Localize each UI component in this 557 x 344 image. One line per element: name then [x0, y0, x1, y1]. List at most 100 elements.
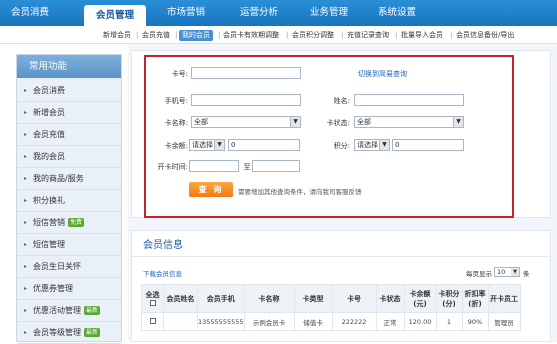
free-badge: 免费 — [68, 218, 85, 227]
top-navigation: 会员消费 会员管理 市场营销 运营分析 业务管理 系统设置 — [0, 0, 557, 26]
sidebar-item-sms-marketing[interactable]: ▸ 短信营销 免费 — [17, 212, 121, 234]
points-label: 积分: — [333, 142, 350, 150]
download-member-info-link[interactable]: 下载会员信息 — [143, 268, 182, 278]
card-number-cell: 222222 — [331, 312, 377, 331]
sidebar-item-label: 新增会员 — [33, 108, 65, 117]
sub-navigation: 新增会员 | 会员充值 | 我的会员 | 会员卡有效期调整 | 会员积分调整 |… — [0, 26, 557, 44]
column-header: 卡积分(分) — [435, 284, 463, 313]
row-select-cell[interactable] — [141, 312, 164, 331]
divider — [131, 256, 551, 257]
points-input[interactable]: 0 — [392, 139, 464, 151]
column-header: 卡余额(元) — [403, 284, 437, 313]
subnav-separator: | — [218, 31, 221, 39]
sidebar-item-label: 会员生日关怀 — [33, 262, 81, 271]
sidebar-item-label: 会员消费 — [33, 86, 65, 95]
arrow-right-icon: ▸ — [24, 285, 28, 292]
sidebar-item-label: 优惠活动管理 — [33, 306, 81, 315]
select-all-header[interactable]: 全选 — [141, 284, 164, 313]
sidebar-item-label: 会员等级管理 — [33, 328, 81, 337]
column-header: 卡名称 — [243, 284, 295, 313]
tab-marketing[interactable]: 市场营销 — [152, 0, 220, 26]
sidebar-item-sms-management[interactable]: ▸ 短信管理 — [17, 234, 121, 256]
sidebar: 常用功能 ▸ 会员消费 ▸ 新增会员 ▸ 会员充值 ▸ 我的会员 ▸ 我的商品/服务 ▸ 积… — [16, 54, 122, 344]
open-time-start-input[interactable] — [189, 160, 239, 172]
column-header: 开卡员工 — [487, 284, 521, 313]
subnav-backup-export[interactable]: 会员信息备份/导出 — [456, 30, 514, 41]
name-input[interactable] — [354, 94, 464, 106]
subnav-separator: | — [136, 31, 139, 39]
subnav-member-recharge[interactable]: 会员充值 — [142, 30, 170, 41]
table-row[interactable]: 13555555555 示例会员卡 储值卡 222222 正常 120.00 1… — [141, 312, 521, 331]
arrow-right-icon: ▸ — [24, 307, 28, 314]
subnav-add-member[interactable]: 新增会员 — [103, 30, 131, 41]
sidebar-item-promotion-management[interactable]: ▸ 优惠活动管理 最新 — [17, 300, 121, 322]
subnav-my-members[interactable]: 我的会员 — [179, 30, 213, 41]
arrow-right-icon: ▸ — [24, 131, 28, 138]
sidebar-item-label: 短信管理 — [33, 240, 65, 249]
card-status-cell: 正常 — [375, 312, 405, 331]
per-page-select[interactable]: 10 ▼ — [494, 267, 520, 277]
sidebar-item-label: 我的会员 — [33, 152, 65, 161]
name-label: 姓名: — [333, 97, 350, 105]
chevron-down-icon: ▼ — [379, 140, 389, 150]
switch-simple-query-link[interactable]: 切换到简易查询 — [358, 69, 407, 79]
subnav-batch-import[interactable]: 批量导入会员 — [401, 30, 443, 41]
new-badge: 最新 — [84, 306, 101, 315]
sidebar-item-recharge[interactable]: ▸ 会员充值 — [17, 124, 121, 146]
points-operator-select[interactable]: 请选择 ▼ — [354, 139, 390, 151]
column-header: 卡状态 — [375, 284, 405, 313]
card-status-value: 全部 — [357, 118, 371, 126]
column-header: 卡号 — [331, 284, 377, 313]
tab-member-consume[interactable]: 会员消费 — [0, 0, 60, 26]
subnav-points-adjust[interactable]: 会员积分调整 — [292, 30, 334, 41]
chevron-down-icon: ▼ — [214, 140, 224, 150]
arrow-right-icon: ▸ — [24, 329, 28, 336]
tab-business-management[interactable]: 业务管理 — [296, 0, 362, 26]
tab-system-settings[interactable]: 系统设置 — [364, 0, 430, 26]
sidebar-item-points-gift[interactable]: ▸ 积分换礼 — [17, 190, 121, 212]
chevron-down-icon: ▼ — [453, 117, 463, 127]
card-number-input[interactable] — [191, 67, 301, 79]
chevron-down-icon: ▼ — [290, 117, 300, 127]
arrow-right-icon: ▸ — [24, 263, 28, 270]
arrow-right-icon: ▸ — [24, 109, 28, 116]
balance-operator-select[interactable]: 请选择 ▼ — [189, 139, 225, 151]
card-status-select[interactable]: 全部 ▼ — [354, 116, 464, 128]
member-info-title: 会员信息 — [143, 240, 183, 251]
card-name-select[interactable]: 全部 ▼ — [191, 116, 301, 128]
row-checkbox[interactable] — [149, 317, 156, 324]
subnav-card-validity[interactable]: 会员卡有效期调整 — [223, 30, 279, 41]
sidebar-item-birthday-care[interactable]: ▸ 会员生日关怀 — [17, 256, 121, 278]
sidebar-item-coupon-management[interactable]: ▸ 优惠券管理 — [17, 278, 121, 300]
select-all-label: 全选 — [145, 290, 160, 299]
tab-operation-analysis[interactable]: 运营分析 — [226, 0, 292, 26]
open-time-end-input[interactable] — [252, 160, 300, 172]
column-header: 卡类型 — [293, 284, 333, 313]
balance-input[interactable]: 0 — [228, 139, 300, 151]
select-all-checkbox[interactable] — [149, 299, 156, 306]
points-operator-value: 请选择 — [357, 141, 378, 149]
arrow-right-icon: ▸ — [24, 153, 28, 160]
tab-member-management[interactable]: 会员管理 — [84, 5, 146, 26]
sidebar-item-member-consume[interactable]: ▸ 会员消费 — [17, 80, 121, 102]
per-page-unit: 条 — [523, 270, 530, 278]
sidebar-item-my-products[interactable]: ▸ 我的商品/服务 — [17, 168, 121, 190]
sidebar-item-label: 我的商品/服务 — [33, 174, 84, 183]
balance-label: 卡余额: — [164, 142, 188, 150]
new-badge: 最新 — [84, 328, 101, 337]
sidebar-item-add-member[interactable]: ▸ 新增会员 — [17, 102, 121, 124]
card-name-cell: 示例会员卡 — [243, 312, 295, 331]
card-type-cell: 储值卡 — [293, 312, 333, 331]
table-header-row: 全选 会员姓名 会员手机 卡名称 卡类型 卡号 卡状态 卡余额(元) 卡积分(分… — [141, 284, 521, 313]
query-button[interactable]: 查 询 — [189, 182, 233, 197]
sidebar-item-member-level[interactable]: ▸ 会员等级管理 最新 — [17, 322, 121, 344]
subnav-recharge-records[interactable]: 充值记录查询 — [347, 30, 389, 41]
sidebar-item-label: 短信营销 — [33, 218, 65, 227]
subnav-separator: | — [286, 31, 289, 39]
phone-input[interactable] — [191, 94, 301, 106]
arrow-right-icon: ▸ — [24, 241, 28, 248]
card-balance-cell: 120.00 — [403, 312, 437, 331]
member-phone-cell: 13555555555 — [197, 312, 245, 331]
sidebar-item-my-members[interactable]: ▸ 我的会员 — [17, 146, 121, 168]
subnav-separator: | — [450, 31, 453, 39]
